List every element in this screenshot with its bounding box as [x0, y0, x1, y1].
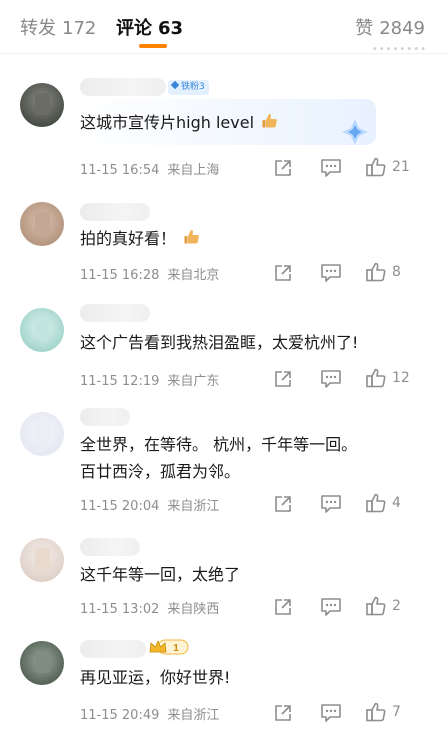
- comment-meta: 11-15 20:49 来自浙江: [80, 704, 219, 723]
- comment-time: 11-15 12:19: [80, 374, 160, 389]
- share-icon[interactable]: [273, 158, 293, 178]
- like-count: 7: [392, 704, 401, 720]
- comment-time: 11-15 13:02: [80, 602, 160, 617]
- share-icon[interactable]: [273, 703, 293, 723]
- comment-meta: 11-15 16:28 来自北京: [80, 264, 219, 283]
- like-icon[interactable]: [365, 367, 387, 389]
- username-blurred[interactable]: [80, 304, 150, 322]
- fan-badge-label: 铁粉3: [181, 82, 205, 92]
- comment-time: 11-15 16:54: [80, 163, 160, 178]
- username-blurred[interactable]: [80, 640, 146, 658]
- crown-icon[interactable]: 1: [148, 638, 190, 656]
- comment-text-content: 这城市宣传片high level: [80, 113, 255, 132]
- comment-text-content: 再见亚运，你好世界!: [80, 668, 231, 687]
- like-count: 2: [392, 598, 401, 614]
- thumbs-up-emoji: [262, 114, 277, 128]
- comment-icon[interactable]: [320, 263, 342, 283]
- comment-icon[interactable]: [320, 494, 342, 514]
- comment-text: 全世界，在等待。 杭州，千年等一回。 百廿西泠，孤君为邻。: [80, 431, 429, 485]
- fan-badge[interactable]: 铁粉3: [168, 80, 209, 95]
- tabs-divider: [0, 53, 447, 54]
- like-count: 21: [392, 159, 410, 175]
- comment-meta: 11-15 16:54 来自上海: [80, 159, 219, 178]
- like-icon[interactable]: [365, 156, 387, 178]
- like-count: 4: [392, 495, 401, 511]
- active-tab-indicator: [139, 44, 167, 48]
- comment-location: 来自陕西: [167, 602, 220, 617]
- share-icon[interactable]: [273, 494, 293, 514]
- comment-text: 这千年等一回，太绝了: [80, 561, 429, 588]
- comment-text-content: 这个广告看到我热泪盈眶，太爱杭州了!: [80, 333, 359, 352]
- comment-location: 来自上海: [167, 163, 220, 178]
- comment-icon[interactable]: [320, 703, 342, 723]
- comment-icon[interactable]: [320, 369, 342, 389]
- comment-location: 来自浙江: [167, 499, 220, 514]
- avatar[interactable]: [20, 538, 64, 582]
- comment-time: 11-15 20:04: [80, 499, 160, 514]
- tab-likes-label: 赞: [355, 18, 374, 39]
- avatar[interactable]: [20, 83, 64, 127]
- username-blurred[interactable]: [80, 78, 166, 96]
- tab-repost[interactable]: 转发 172: [20, 14, 96, 40]
- comment-text: 这城市宣传片high level: [80, 109, 429, 136]
- comment-tabs: 转发 172 评论 63 赞 2849 ••••••••: [0, 0, 447, 55]
- tab-repost-count: 172: [62, 18, 97, 39]
- share-icon[interactable]: [273, 263, 293, 283]
- share-icon[interactable]: [273, 597, 293, 617]
- like-count: 12: [392, 370, 410, 386]
- like-icon[interactable]: [365, 701, 387, 723]
- comment-text-content: 这千年等一回，太绝了: [80, 565, 241, 584]
- comment-text: 拍的真好看！: [80, 225, 429, 252]
- comment-text-line-1: 全世界，在等待。 杭州，千年等一回。: [80, 435, 358, 454]
- comment-text: 这个广告看到我热泪盈眶，太爱杭州了!: [80, 329, 429, 356]
- tab-repost-label: 转发: [20, 18, 56, 39]
- comment-meta: 11-15 12:19 来自广东: [80, 370, 219, 389]
- username-blurred[interactable]: [80, 203, 150, 221]
- comment-text: 再见亚运，你好世界!: [80, 664, 429, 691]
- tab-likes[interactable]: 赞 2849: [355, 14, 425, 40]
- comment-location: 来自浙江: [167, 708, 220, 723]
- comment-meta: 11-15 13:02 来自陕西: [80, 598, 219, 617]
- comment-text-content: 拍的真好看！: [80, 229, 177, 248]
- comment-icon[interactable]: [320, 158, 342, 178]
- comment-meta: 11-15 20:04 来自浙江: [80, 495, 219, 514]
- comment-location: 来自北京: [167, 268, 220, 283]
- like-count: 8: [392, 264, 401, 280]
- comment-location: 来自广东: [167, 374, 220, 389]
- username-blurred[interactable]: [80, 408, 130, 426]
- like-icon[interactable]: [365, 492, 387, 514]
- tab-likes-count: 2849: [379, 18, 425, 39]
- comment-time: 11-15 16:28: [80, 268, 160, 283]
- thumbs-up-emoji: [184, 230, 199, 244]
- comment-text-line-2: 百廿西泠，孤君为邻。: [80, 462, 241, 481]
- comment-time: 11-15 20:49: [80, 708, 160, 723]
- vip-level: 1: [173, 643, 179, 654]
- tab-comments-count: 63: [158, 18, 184, 39]
- avatar[interactable]: [20, 412, 64, 456]
- comment-icon[interactable]: [320, 597, 342, 617]
- tab-comments-label: 评论: [116, 18, 152, 39]
- avatar[interactable]: [20, 641, 64, 685]
- avatar[interactable]: [20, 308, 64, 352]
- avatar[interactable]: [20, 202, 64, 246]
- tab-comments[interactable]: 评论 63: [116, 14, 183, 40]
- diamond-icon: [170, 80, 180, 90]
- share-icon[interactable]: [273, 369, 293, 389]
- like-icon[interactable]: [365, 595, 387, 617]
- like-icon[interactable]: [365, 261, 387, 283]
- username-blurred[interactable]: [80, 538, 140, 556]
